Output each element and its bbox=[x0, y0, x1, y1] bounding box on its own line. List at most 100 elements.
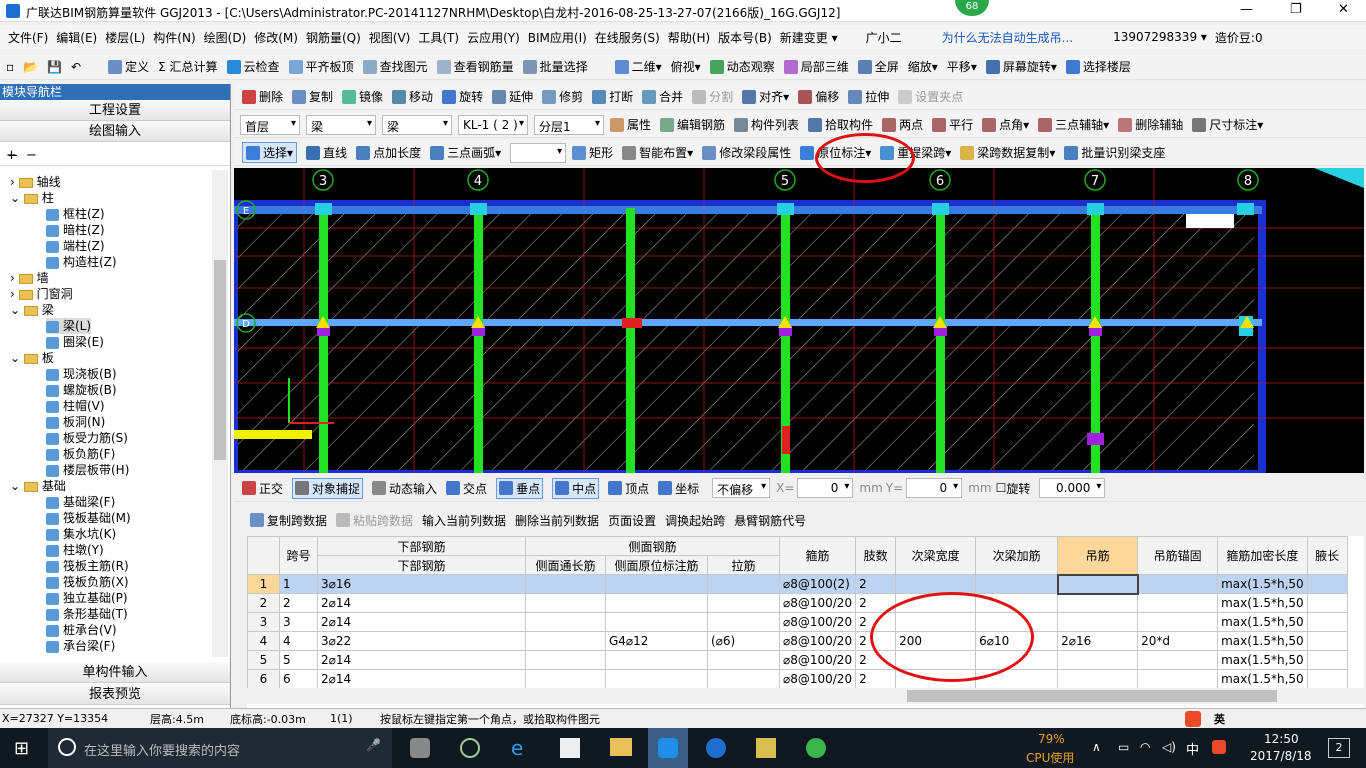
menu-tools[interactable]: 工具(T) bbox=[418, 29, 459, 46]
microphone-icon[interactable]: 🎤 bbox=[366, 738, 381, 752]
copy-span-data-dropdown[interactable]: 梁跨数据复制 ▾ bbox=[960, 144, 1055, 161]
delete-axis-button[interactable]: 删除辅轴 bbox=[1118, 116, 1183, 133]
summary-calc-button[interactable]: Σ 汇总计算 bbox=[158, 58, 217, 75]
notification-badge[interactable]: 68 bbox=[955, 0, 989, 16]
cantilever-rebar-code-button[interactable]: 悬臂钢筋代号 bbox=[734, 512, 806, 529]
rotate-button[interactable]: 旋转 bbox=[442, 88, 483, 105]
tree-scrollbar[interactable] bbox=[212, 170, 228, 657]
offset-mode-select[interactable]: 不偏移 bbox=[712, 478, 771, 498]
tree-item-raft-main-rebar[interactable]: 筏板主筋(R) bbox=[46, 558, 129, 574]
menu-bim[interactable]: BIM应用(I) bbox=[528, 29, 587, 46]
ime-mode-label[interactable]: 英 bbox=[1214, 711, 1225, 727]
pan-dropdown[interactable]: 平移 ▾ bbox=[947, 58, 977, 75]
single-component-input-button[interactable]: 单构件输入 bbox=[0, 662, 230, 683]
find-element-button[interactable]: 查找图元 bbox=[362, 58, 428, 75]
two-points-button[interactable]: 两点 bbox=[882, 116, 923, 133]
y-input[interactable]: 0 bbox=[906, 478, 963, 498]
tree-scroll-thumb[interactable] bbox=[214, 260, 226, 460]
copy-button[interactable]: 复制 bbox=[292, 88, 333, 105]
intersection-snap[interactable]: 交点 bbox=[446, 480, 487, 497]
drawing-input-button[interactable]: 绘图输入 bbox=[0, 121, 230, 142]
ortho-toggle[interactable]: 正交 bbox=[242, 480, 283, 497]
point-length-button[interactable]: 点加长度 bbox=[356, 144, 421, 161]
menu-beans[interactable]: 造价豆:0 bbox=[1215, 29, 1263, 46]
tree-item-column[interactable]: ⌄ 柱 bbox=[10, 190, 54, 206]
tree-item-end-column[interactable]: 端柱(Z) bbox=[46, 238, 105, 254]
align-dropdown[interactable]: 对齐 ▾ bbox=[742, 88, 789, 105]
menu-rebar[interactable]: 钢筋量(Q) bbox=[306, 29, 361, 46]
perpendicular-snap[interactable]: 垂点 bbox=[496, 477, 544, 499]
properties-button[interactable]: 属性 bbox=[610, 116, 651, 133]
tree-item-cap-beam[interactable]: 承台梁(F) bbox=[46, 638, 115, 654]
menu-cloud[interactable]: 云应用(Y) bbox=[467, 29, 520, 46]
component-list-button[interactable]: 构件列表 bbox=[734, 116, 799, 133]
taskbar-browser-icon[interactable] bbox=[460, 738, 480, 758]
type-select[interactable]: 梁 bbox=[382, 114, 452, 135]
modify-beam-segment-button[interactable]: 修改梁段属性 bbox=[702, 144, 791, 161]
tree-item-beam-group[interactable]: ⌄ 梁 bbox=[10, 302, 54, 318]
top-view-dropdown[interactable]: 俯视 ▾ bbox=[671, 58, 701, 75]
project-settings-button[interactable]: 工程设置 bbox=[0, 100, 230, 121]
stretch-button[interactable]: 拉伸 bbox=[848, 88, 889, 105]
menu-draw[interactable]: 绘图(D) bbox=[204, 29, 247, 46]
screen-rotate-dropdown[interactable]: 屏幕旋转 ▾ bbox=[985, 58, 1057, 75]
save-icon[interactable]: 💾 bbox=[47, 60, 62, 74]
menu-modify[interactable]: 修改(M) bbox=[254, 29, 298, 46]
dynamic-input-toggle[interactable]: 动态输入 bbox=[372, 480, 437, 497]
tree-item-slab-hole[interactable]: 板洞(N) bbox=[46, 414, 105, 430]
object-snap-toggle[interactable]: 对象捕捉 bbox=[292, 477, 364, 499]
active-cell[interactable] bbox=[1056, 573, 1139, 595]
move-button[interactable]: 移动 bbox=[392, 88, 433, 105]
table-row[interactable]: 1 1 3⌀16 ⌀8@100(2) 2 max(1.5*h,50 bbox=[247, 573, 1348, 595]
layer-select[interactable]: 分层1 bbox=[534, 114, 604, 135]
midpoint-snap[interactable]: 中点 bbox=[552, 477, 600, 499]
wifi-icon[interactable]: ◠ bbox=[1140, 740, 1150, 754]
taskbar-search-box[interactable]: 在这里输入你要搜索的内容 🎤 bbox=[48, 728, 392, 768]
menu-help[interactable]: 帮助(H) bbox=[668, 29, 710, 46]
mirror-button[interactable]: 镜像 bbox=[342, 88, 383, 105]
align-slab-button[interactable]: 平齐板顶 bbox=[288, 58, 354, 75]
network-icon[interactable]: ▭ bbox=[1118, 740, 1129, 754]
fullscreen-button[interactable]: 全屏 bbox=[857, 58, 899, 75]
edge-browser-icon[interactable]: e bbox=[511, 736, 523, 760]
tree-item-foundation-group[interactable]: ⌄ 基础 bbox=[10, 478, 66, 494]
tree-item-sump-pit[interactable]: 集水坑(K) bbox=[46, 526, 116, 542]
table-row[interactable]: 4 4 3⌀22 G4⌀12 (⌀6) ⌀8@100/20 2 200 6⌀10… bbox=[247, 631, 1348, 651]
windows-start-icon[interactable]: ⊞ bbox=[14, 738, 29, 759]
tree-item-column-pier[interactable]: 柱墩(Y) bbox=[46, 542, 104, 558]
point-angle-dropdown[interactable]: 点角 ▾ bbox=[982, 116, 1029, 133]
three-point-axis-dropdown[interactable]: 三点辅轴 ▾ bbox=[1038, 116, 1109, 133]
plan-drawing[interactable]: 3 4 5 6 7 8 E D bbox=[234, 168, 1364, 473]
three-point-arc-dropdown[interactable]: 三点画弧 ▾ bbox=[430, 144, 501, 161]
tree-item-slab-group[interactable]: ⌄ 板 bbox=[10, 350, 54, 366]
delete-column-data-button[interactable]: 删除当前列数据 bbox=[515, 512, 599, 529]
orbit-button[interactable]: 动态观察 bbox=[709, 58, 775, 75]
menu-floor[interactable]: 楼层(L) bbox=[105, 29, 145, 46]
component-select[interactable]: KL-1 ( 2 ) bbox=[458, 114, 528, 135]
menu-view[interactable]: 视图(V) bbox=[369, 29, 411, 46]
break-button[interactable]: 打断 bbox=[592, 88, 633, 105]
category-select[interactable]: 梁 bbox=[306, 114, 376, 135]
taskbar-ggj-active[interactable] bbox=[648, 728, 688, 768]
glodon-app-icon[interactable] bbox=[706, 738, 726, 758]
table-row[interactable]: 6 6 2⌀14 ⌀8@100/20 2 max(1.5*h,50 bbox=[247, 669, 1348, 689]
grid-horizontal-scrollbar[interactable] bbox=[247, 688, 1364, 704]
open-file-icon[interactable]: 📂 bbox=[23, 60, 38, 74]
tray-arrow-icon[interactable]: ∧ bbox=[1092, 740, 1101, 754]
clock-time[interactable]: 12:50 bbox=[1264, 732, 1299, 746]
paste-span-data-button[interactable]: 粘贴跨数据 bbox=[336, 512, 413, 529]
ime-indicator[interactable]: 中 bbox=[1186, 739, 1199, 758]
vertex-snap[interactable]: 顶点 bbox=[608, 480, 649, 497]
tree-item-openings[interactable]: › 门窗洞 bbox=[10, 286, 73, 302]
beam-span-grid[interactable]: 跨号 下部钢筋 侧面钢筋 箍筋 肢数 次梁宽度 次梁加筋 吊筋 吊筋锚固 箍筋加… bbox=[247, 536, 1364, 708]
table-row[interactable]: 2 2 2⌀14 ⌀8@100/20 2 max(1.5*h,50 bbox=[247, 593, 1348, 613]
file-explorer-icon[interactable] bbox=[610, 738, 632, 756]
tree-item-axis[interactable]: › 轴线 bbox=[10, 174, 61, 190]
define-button[interactable]: 定义 bbox=[108, 58, 149, 75]
edit-rebar-button[interactable]: 编辑钢筋 bbox=[660, 116, 725, 133]
tree-item-isolated-foundation[interactable]: 独立基础(P) bbox=[46, 590, 128, 606]
floor-select[interactable]: 首层 bbox=[240, 114, 300, 135]
rotate-checkbox[interactable]: ☐ 旋转 bbox=[996, 480, 1031, 497]
x-input[interactable]: 0 bbox=[797, 478, 854, 498]
tree-item-pile-cap[interactable]: 桩承台(V) bbox=[46, 622, 117, 638]
